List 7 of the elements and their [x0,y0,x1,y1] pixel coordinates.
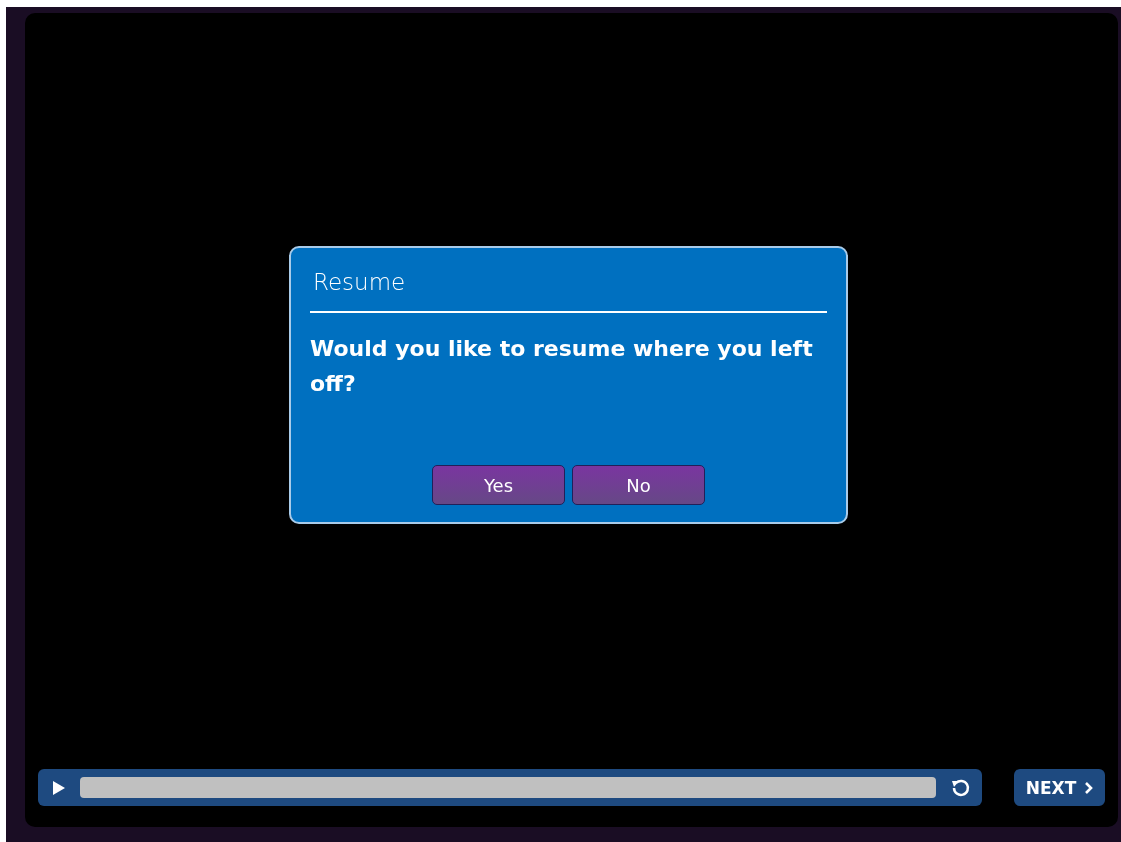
play-icon[interactable] [52,779,66,796]
next-button[interactable]: NEXT [1014,769,1105,806]
dialog-button[interactable]: Yes [432,465,565,505]
dialog-button[interactable]: No [572,465,705,505]
dialog-title: Resume [312,268,407,297]
chevron-icon [1084,781,1094,794]
dialog-message: Would you like to resume where you left off? [310,335,814,398]
